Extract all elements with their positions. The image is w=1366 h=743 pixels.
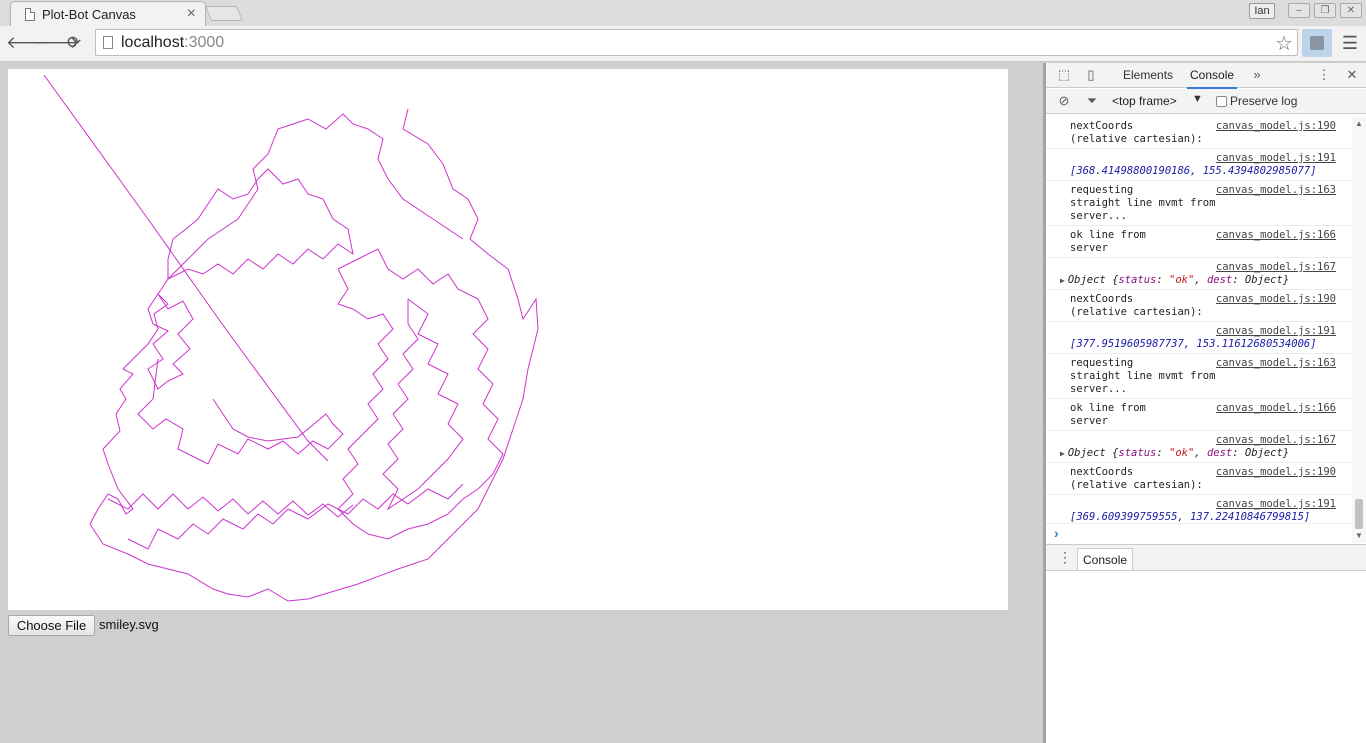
- message-source-link[interactable]: canvas_model.js:190: [1216, 120, 1336, 133]
- prompt-chevron-icon: ›: [1054, 525, 1059, 541]
- devtools-menu-icon[interactable]: ⋮: [1316, 67, 1332, 83]
- message-source-link[interactable]: canvas_model.js:163: [1216, 357, 1336, 370]
- devtools-panel: ⬚ ▯ Elements Console » ⋮ ✕ ⊘ ⏷ <top fram…: [1043, 63, 1366, 743]
- console-messages: canvas_model.js:190 nextCoords (relative …: [1046, 117, 1366, 523]
- message-object-preview[interactable]: ▶ Object {status: "ok", dest: Object}: [1060, 274, 1366, 287]
- message-source-link[interactable]: canvas_model.js:166: [1216, 229, 1336, 242]
- close-tab-icon[interactable]: ×: [187, 5, 196, 23]
- scroll-thumb[interactable]: [1355, 499, 1363, 529]
- message-source-link[interactable]: canvas_model.js:163: [1216, 184, 1336, 197]
- reload-button[interactable]: ⟳: [63, 32, 85, 54]
- console-message: canvas_model.js:190 nextCoords (relative …: [1046, 117, 1366, 149]
- clear-console-icon[interactable]: ⊘: [1056, 93, 1072, 109]
- message-source-link[interactable]: canvas_model.js:191: [1216, 152, 1336, 165]
- device-mode-icon[interactable]: ▯: [1083, 67, 1099, 83]
- console-message: canvas_model.js:190 nextCoords (relative …: [1046, 290, 1366, 322]
- new-tab-button[interactable]: [204, 6, 244, 21]
- message-text: requesting straight line mvmt from serve…: [1070, 184, 1216, 222]
- browser-tab[interactable]: Plot-Bot Canvas ×: [10, 1, 206, 27]
- message-source-link[interactable]: canvas_model.js:167: [1216, 434, 1336, 447]
- message-coords: [368.41498800190186, 155.4394802985077]: [1070, 165, 1317, 177]
- page-viewport: Choose File smiley.svg: [0, 63, 1043, 743]
- message-text: ok line from server: [1070, 229, 1146, 254]
- plot-path-outer-spiral: [89, 108, 539, 602]
- expand-triangle-icon[interactable]: ▶: [1060, 449, 1065, 458]
- message-source-link[interactable]: canvas_model.js:166: [1216, 402, 1336, 415]
- url-text: localhost:3000: [121, 34, 225, 51]
- bookmark-star-icon[interactable]: ☆: [1275, 31, 1293, 56]
- message-text: nextCoords (relative cartesian):: [1070, 466, 1203, 491]
- preserve-log-checkbox[interactable]: [1216, 96, 1227, 107]
- plot-path-right-inner: [382, 298, 464, 511]
- restore-button[interactable]: ❐: [1314, 3, 1336, 18]
- filter-icon[interactable]: ⏷: [1084, 93, 1100, 109]
- plot-path-long-stroke: [43, 74, 329, 462]
- close-devtools-icon[interactable]: ✕: [1344, 67, 1360, 83]
- plot-path-mouth: [137, 358, 344, 465]
- console-message: canvas_model.js:191 [368.41498800190186, …: [1046, 149, 1366, 181]
- message-source-link[interactable]: canvas_model.js:191: [1216, 325, 1336, 338]
- console-filter-bar: ⊘ ⏷ <top frame> ▼ Preserve log: [1046, 89, 1366, 114]
- menu-icon[interactable]: ☰: [1341, 32, 1359, 54]
- scroll-down-icon[interactable]: ▼: [1355, 531, 1363, 540]
- extension-icon[interactable]: [1302, 29, 1332, 57]
- devtools-tab-bar: ⬚ ▯ Elements Console » ⋮ ✕: [1046, 63, 1366, 89]
- console-message: canvas_model.js:163 requesting straight l…: [1046, 354, 1366, 399]
- frame-dropdown-icon[interactable]: ▼: [1192, 93, 1203, 105]
- plot-path-lower-maze: [107, 493, 354, 518]
- tab-title: Plot-Bot Canvas: [42, 7, 136, 22]
- plot-path-inner-maze: [147, 293, 194, 390]
- preserve-log-label: Preserve log: [1230, 94, 1298, 108]
- tab-strip: Plot-Bot Canvas × Ian – ❐ ✕: [0, 0, 1366, 27]
- message-text: ok line from server: [1070, 402, 1146, 427]
- drawer-tab-console[interactable]: Console: [1077, 548, 1134, 570]
- console-message: canvas_model.js:166 ok line from server: [1046, 226, 1366, 258]
- plot-path-left-maze: [167, 168, 354, 280]
- tab-elements[interactable]: Elements: [1123, 68, 1173, 82]
- console-prompt[interactable]: ›: [1046, 523, 1352, 543]
- back-button[interactable]: 🡐: [6, 32, 52, 54]
- choose-file-button[interactable]: Choose File: [8, 615, 95, 636]
- close-window-button[interactable]: ✕: [1340, 3, 1362, 18]
- message-object-preview[interactable]: ▶ Object {status: "ok", dest: Object}: [1060, 447, 1366, 460]
- message-coords: [369.609399759555, 137.22410846799815]: [1070, 511, 1311, 523]
- message-text: requesting straight line mvmt from serve…: [1070, 357, 1216, 395]
- page-info-icon[interactable]: [103, 36, 113, 49]
- message-text: nextCoords (relative cartesian):: [1070, 293, 1203, 318]
- browser-toolbar: 🡐 🡒 ⟳ localhost:3000 ☆ ☰: [0, 26, 1366, 62]
- selected-file-name: smiley.svg: [99, 617, 159, 632]
- console-message: canvas_model.js:163 requesting straight l…: [1046, 181, 1366, 226]
- console-message: canvas_model.js:167 ▶ Object {status: "ok"…: [1046, 258, 1366, 290]
- tab-console[interactable]: Console: [1186, 68, 1238, 89]
- message-source-link[interactable]: canvas_model.js:167: [1216, 261, 1336, 274]
- message-coords: [377.9519605987737, 153.11612680534006]: [1070, 338, 1317, 350]
- user-profile-button[interactable]: Ian: [1249, 3, 1275, 19]
- console-scrollbar[interactable]: ▲ ▼: [1352, 117, 1366, 543]
- message-text: nextCoords (relative cartesian):: [1070, 120, 1203, 145]
- inspect-element-icon[interactable]: ⬚: [1056, 67, 1072, 83]
- console-message: canvas_model.js:190 nextCoords (relative …: [1046, 463, 1366, 495]
- drawer-tab-bar: ⋮ Console: [1046, 544, 1366, 571]
- forward-button[interactable]: 🡒: [34, 32, 80, 54]
- plot-paths: [43, 74, 539, 602]
- scroll-up-icon[interactable]: ▲: [1355, 119, 1363, 128]
- address-bar[interactable]: localhost:3000 ☆: [95, 29, 1298, 56]
- expand-triangle-icon[interactable]: ▶: [1060, 276, 1065, 285]
- plot-path-right-maze: [337, 248, 504, 540]
- frame-selector[interactable]: <top frame>: [1112, 94, 1177, 108]
- drawer-menu-icon[interactable]: ⋮: [1058, 549, 1072, 566]
- minimize-button[interactable]: –: [1288, 3, 1310, 18]
- plot-path-bottom-maze: [127, 483, 464, 550]
- more-tabs-icon[interactable]: »: [1249, 67, 1265, 83]
- message-source-link[interactable]: canvas_model.js:190: [1216, 466, 1336, 479]
- console-message: canvas_model.js:191 [369.609399759555, 13…: [1046, 495, 1366, 523]
- console-message: canvas_model.js:167 ▶ Object {status: "ok"…: [1046, 431, 1366, 463]
- console-message: canvas_model.js:191 [377.9519605987737, 1…: [1046, 322, 1366, 354]
- plot-canvas[interactable]: [8, 69, 1008, 610]
- page-icon: [25, 8, 35, 21]
- message-source-link[interactable]: canvas_model.js:190: [1216, 293, 1336, 306]
- console-message: canvas_model.js:166 ok line from server: [1046, 399, 1366, 431]
- plot-drawing: [43, 74, 539, 602]
- message-source-link[interactable]: canvas_model.js:191: [1216, 498, 1336, 511]
